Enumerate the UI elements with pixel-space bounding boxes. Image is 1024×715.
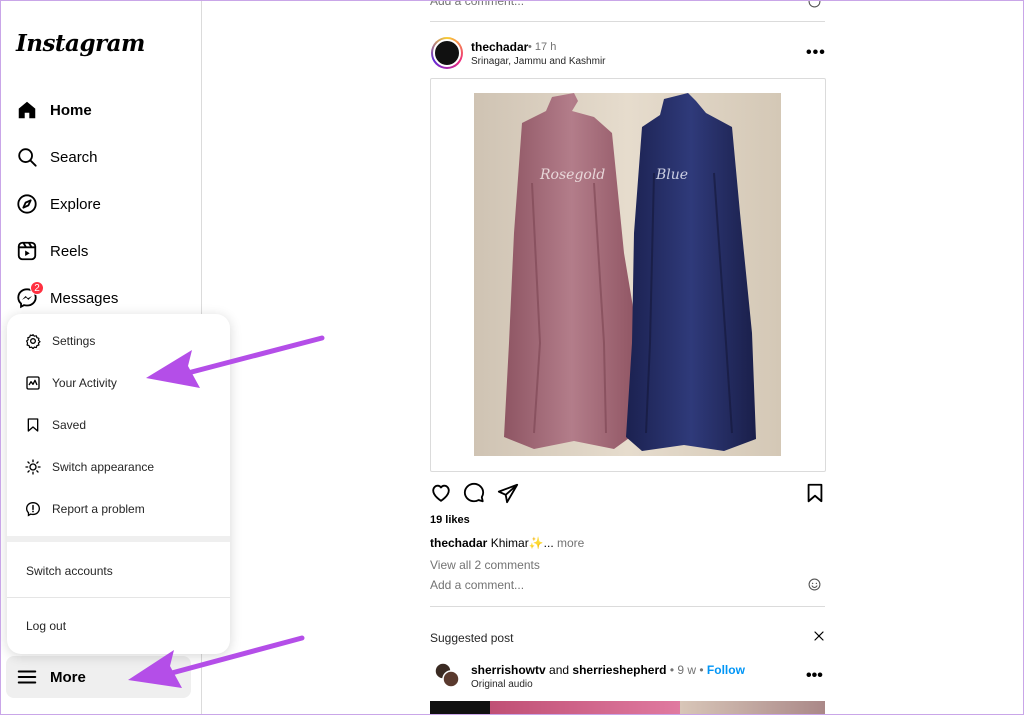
nav-reels[interactable]: Reels (6, 229, 192, 273)
menu-item-your-activity-label: Your Activity (52, 376, 117, 390)
post-image[interactable]: Rosegold Blue (474, 93, 781, 456)
post-username[interactable]: thechadar (471, 40, 528, 54)
menu-item-settings-label: Settings (52, 334, 96, 348)
annotation-arrow-icon (128, 635, 305, 688)
caption-text: Khimar✨... (490, 536, 554, 550)
menu-item-log-out[interactable]: Log out (26, 619, 66, 633)
menu-divider (7, 597, 230, 598)
suggested-avatars[interactable] (434, 662, 460, 688)
avatar-image (433, 39, 461, 67)
nav-messages-label: Messages (50, 289, 119, 307)
menu-item-saved-label: Saved (52, 418, 87, 432)
instagram-logo[interactable]: Instagram (16, 30, 145, 57)
divider (430, 606, 825, 607)
comment-icon[interactable] (463, 482, 485, 504)
suggested-user-2[interactable]: sherrieshepherd (572, 663, 666, 677)
post-caption: thechadar Khimar✨... more (430, 536, 584, 550)
suggested-audio[interactable]: Original audio (471, 679, 533, 690)
nav-search[interactable]: Search (6, 135, 192, 179)
view-all-comments-link[interactable]: View all 2 comments (430, 558, 540, 572)
annotation-arrow-icon (146, 335, 325, 388)
compass-icon (16, 193, 38, 215)
suggested-options-icon[interactable]: ••• (806, 667, 823, 685)
bookmark-icon (25, 417, 41, 433)
emoji-icon[interactable] (808, 0, 821, 13)
nav-home-label: Home (50, 101, 92, 119)
post-options-icon[interactable]: ••• (806, 44, 826, 62)
divider (430, 21, 825, 22)
like-icon[interactable] (430, 482, 452, 504)
bookmark-icon[interactable] (804, 482, 826, 504)
menu-divider (7, 536, 230, 542)
menu-item-report-problem[interactable]: Report a problem (17, 489, 220, 529)
suggested-media[interactable] (430, 701, 825, 715)
more-button-label: More (50, 668, 86, 686)
suggested-user-1[interactable]: sherrishowtv (471, 663, 546, 677)
hamburger-icon (16, 666, 38, 688)
messenger-icon: 2 (16, 281, 44, 309)
suggested-time: • 9 w • (669, 663, 704, 677)
nav-explore-label: Explore (50, 195, 101, 213)
menu-item-switch-appearance[interactable]: Switch appearance (17, 447, 220, 487)
post-location[interactable]: Srinagar, Jammu and Kashmir (471, 56, 606, 67)
reels-icon (16, 240, 38, 262)
caption-more-link[interactable]: more (557, 536, 584, 550)
suggested-users-line: sherrishowtv and sherrieshepherd • 9 w •… (471, 663, 745, 677)
close-icon[interactable] (813, 629, 825, 645)
share-icon[interactable] (497, 482, 519, 504)
prev-comment-input[interactable]: Add a comment... (430, 0, 524, 8)
menu-item-report-problem-label: Report a problem (52, 502, 145, 516)
gear-icon (25, 333, 41, 349)
report-icon (25, 501, 41, 517)
post-avatar[interactable] (431, 37, 463, 69)
likes-count[interactable]: 19 likes (430, 514, 470, 526)
menu-item-saved[interactable]: Saved (17, 405, 220, 445)
home-icon (16, 99, 38, 121)
nav-explore[interactable]: Explore (6, 182, 192, 226)
suggested-and: and (549, 663, 570, 677)
add-comment-input[interactable]: Add a comment... (430, 578, 524, 592)
emoji-icon[interactable] (808, 578, 821, 596)
menu-item-switch-accounts[interactable]: Switch accounts (26, 564, 113, 578)
activity-icon (25, 375, 41, 391)
image-label-blue: Blue (655, 167, 688, 183)
suggested-post-title: Suggested post (430, 631, 514, 645)
nav-home[interactable]: Home (6, 88, 192, 132)
follow-button[interactable]: Follow (707, 663, 745, 677)
nav-reels-label: Reels (50, 242, 89, 260)
post-time: • 17 h (528, 41, 557, 53)
caption-username[interactable]: thechadar (430, 536, 487, 550)
image-label-rosegold: Rosegold (539, 167, 605, 183)
search-icon (16, 146, 38, 168)
menu-item-switch-appearance-label: Switch appearance (52, 460, 155, 474)
messages-badge: 2 (30, 281, 44, 295)
sun-icon (25, 459, 41, 475)
nav-search-label: Search (50, 148, 98, 166)
